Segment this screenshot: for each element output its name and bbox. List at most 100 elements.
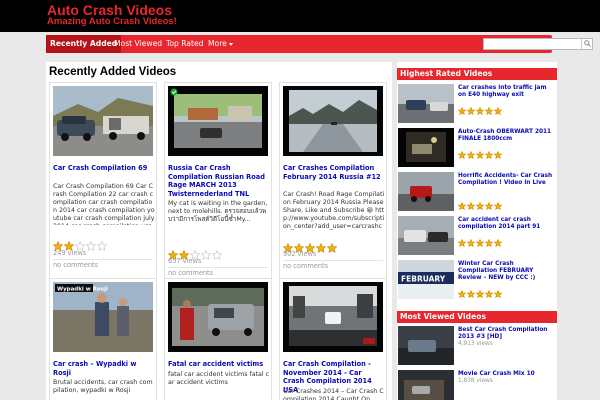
divider — [168, 267, 268, 268]
star-icon — [467, 202, 475, 210]
star-icon — [316, 243, 326, 253]
star-icon — [467, 151, 475, 159]
video-title[interactable]: Auto-Crash OBERWART 2011 FINALE 1800ccm — [458, 129, 554, 143]
video-title[interactable]: Car crash – Wypadki w Rosji — [53, 360, 155, 377]
video-card: Car Crash Compilation 69 Car Crash Compi… — [49, 82, 157, 280]
star-rating[interactable] — [458, 195, 503, 214]
video-title[interactable]: Fatal car accident victims — [168, 360, 270, 369]
search-icon — [584, 40, 591, 47]
video-thumbnail[interactable] — [398, 370, 454, 400]
chevron-down-icon — [228, 42, 233, 46]
sidebar: Highest Rated Videos Car crashes into tr… — [397, 62, 557, 400]
highest-rated-item: Car crashes into traffic jam on E40 high… — [398, 82, 556, 126]
star-icon — [327, 243, 337, 253]
video-thumbnail[interactable] — [168, 86, 268, 156]
highest-rated-item: FEBRUARY Winter Car Crash Compilation FE… — [398, 258, 556, 302]
star-icon — [458, 107, 466, 115]
video-title[interactable]: Car Crash Compilation 69 — [53, 164, 155, 173]
video-thumbnail[interactable] — [398, 216, 454, 255]
highest-rated-heading: Highest Rated Videos — [397, 68, 557, 80]
video-thumbnail[interactable] — [398, 84, 454, 123]
video-description: Car Crashes 2014 – Car Crash Compilation… — [283, 388, 384, 400]
star-rating[interactable] — [458, 232, 503, 251]
star-icon — [485, 239, 493, 247]
video-thumbnail[interactable] — [53, 86, 153, 156]
video-card: Russia Car Crash Compilation Russian Roa… — [164, 82, 272, 280]
nav-label: Recently Added — [50, 39, 118, 48]
star-rating[interactable] — [458, 100, 503, 119]
video-title[interactable]: Movie Car Crash Mix 10 — [458, 371, 554, 378]
star-icon — [458, 151, 466, 159]
star-icon — [467, 107, 475, 115]
video-title[interactable]: Horrific Accidents- Car Crash Compilatio… — [458, 173, 554, 187]
video-thumbnail[interactable]: FEBRUARY — [398, 260, 454, 299]
star-icon — [467, 239, 475, 247]
star-icon — [485, 151, 493, 159]
thumbnail-caption: Wypadki w Rosji — [57, 287, 108, 293]
video-title[interactable]: Car Crashes Compilation February 2014 Ru… — [283, 164, 385, 181]
nav-label: Top Rated — [166, 39, 204, 48]
video-description: fatal car accident victims fatal car acc… — [168, 371, 270, 386]
thumbnail-caption: FEBRUARY — [401, 275, 446, 284]
nav-label: Most Viewed — [114, 39, 163, 48]
star-rating[interactable] — [53, 236, 108, 251]
video-thumbnail[interactable] — [283, 86, 383, 156]
most-viewed-item: Movie Car Crash Mix 10 1,838 views — [398, 368, 556, 400]
star-rating[interactable] — [458, 283, 503, 302]
highest-rated-item: Auto-Crash OBERWART 2011 FINALE 1800ccm — [398, 126, 556, 170]
video-thumbnail[interactable]: Wypadki w Rosji — [53, 282, 153, 352]
star-icon — [201, 250, 211, 260]
main-navigation: Recently Added Most Viewed Top Rated Mor… — [46, 35, 593, 53]
most-viewed-item: Best Car Crash Compilation 2013 #3 [HD] … — [398, 324, 556, 368]
star-icon — [485, 290, 493, 298]
star-icon — [476, 239, 484, 247]
star-icon — [86, 241, 96, 251]
star-icon — [494, 290, 502, 298]
search-input[interactable] — [483, 38, 593, 50]
comment-count[interactable]: no comments — [168, 269, 213, 277]
star-icon — [97, 241, 107, 251]
video-title[interactable]: Car accident car crash compilation 2014 … — [458, 217, 554, 231]
video-title[interactable]: Best Car Crash Compilation 2013 #3 [HD] — [458, 327, 554, 341]
video-description: Brutal accidents, car crash compilation,… — [53, 379, 153, 394]
star-icon — [212, 250, 222, 260]
comment-count[interactable]: no comments — [53, 261, 98, 269]
nav-most-viewed[interactable]: Most Viewed — [110, 35, 166, 53]
star-icon — [458, 239, 466, 247]
star-icon — [476, 107, 484, 115]
video-card: Car Crash Compilation - November 2014 - … — [279, 278, 387, 400]
recently-added-section: Recently Added Videos Car Crash Compilat… — [46, 62, 392, 400]
highest-rated-item: Car accident car crash compilation 2014 … — [398, 214, 556, 258]
video-description: Car Crash Compilation 69 Car Crash Compi… — [53, 183, 155, 225]
star-icon — [467, 290, 475, 298]
nav-more[interactable]: More — [204, 35, 237, 53]
star-icon — [494, 202, 502, 210]
video-card: Wypadki w Rosji Car crash – Wypadki w Ro… — [49, 278, 157, 400]
video-title[interactable]: Russia Car Crash Compilation Russian Roa… — [168, 164, 270, 198]
video-description: Car Crash! Road Rage Compilation Februar… — [283, 191, 385, 230]
star-icon — [476, 290, 484, 298]
video-thumbnail[interactable] — [398, 326, 454, 365]
divider — [283, 260, 383, 261]
section-title: Recently Added Videos — [49, 66, 177, 78]
search-button[interactable] — [581, 39, 592, 49]
view-count: 657 views — [168, 257, 202, 265]
comment-count[interactable]: no comments — [283, 262, 328, 270]
video-card: Fatal car accident victims fatal car acc… — [164, 278, 272, 400]
star-icon — [485, 107, 493, 115]
video-title[interactable]: Winter Car Crash Compilation FEBRUARY Re… — [458, 261, 554, 282]
divider — [53, 259, 153, 260]
star-icon — [494, 151, 502, 159]
video-thumbnail[interactable] — [168, 282, 268, 352]
nav-top-rated[interactable]: Top Rated — [162, 35, 207, 53]
star-rating[interactable] — [168, 245, 223, 260]
star-rating[interactable] — [283, 238, 338, 253]
highest-rated-item: Horrific Accidents- Car Crash Compilatio… — [398, 170, 556, 214]
video-title[interactable]: Car crashes into traffic jam on E40 high… — [458, 85, 554, 99]
video-thumbnail[interactable] — [398, 128, 454, 167]
video-thumbnail[interactable] — [398, 172, 454, 211]
most-viewed-heading: Most Viewed Videos — [397, 311, 557, 323]
video-thumbnail[interactable] — [283, 282, 383, 352]
star-rating[interactable] — [458, 144, 503, 163]
site-header: Auto Crash Videos Amazing Auto Crash Vid… — [0, 0, 600, 32]
